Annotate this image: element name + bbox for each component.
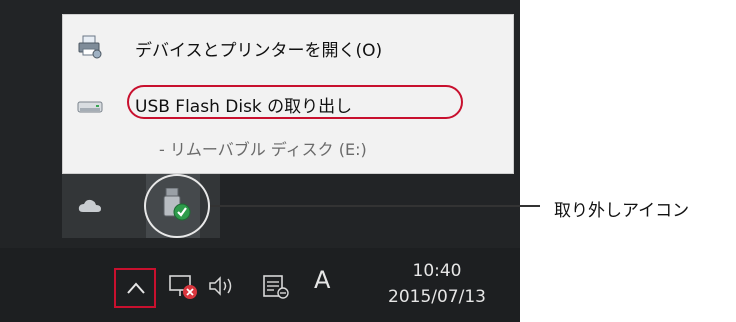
printer-icon bbox=[78, 35, 102, 59]
callout-leader-line bbox=[210, 205, 540, 207]
ime-mode-indicator[interactable]: A bbox=[314, 266, 330, 294]
clock-time: 10:40 bbox=[412, 261, 462, 281]
tray-context-menu: デバイスとプリンターを開く(O) USB Flash Disk の取り出し - … bbox=[62, 14, 514, 174]
desktop-screen: デバイスとプリンターを開く(O) USB Flash Disk の取り出し - … bbox=[0, 0, 520, 322]
taskbar-clock[interactable]: 10:40 2015/07/13 bbox=[364, 258, 510, 310]
menu-item-eject-usb-label: USB Flash Disk の取り出し bbox=[135, 97, 353, 117]
menu-item-open-devices-label: デバイスとプリンターを開く(O) bbox=[135, 41, 383, 61]
taskbar: A 10:40 2015/07/13 bbox=[0, 248, 520, 322]
show-hidden-icons-button[interactable] bbox=[114, 268, 156, 308]
onedrive-tray-button[interactable] bbox=[62, 174, 116, 238]
removable-disk-label: - リムーバブル ディスク (E:) bbox=[159, 140, 367, 159]
chevron-up-icon bbox=[127, 282, 145, 294]
remove-icon-callout-circle bbox=[144, 174, 210, 238]
menu-item-eject-usb[interactable]: USB Flash Disk の取り出し bbox=[63, 81, 513, 125]
usb-drive-icon bbox=[77, 101, 103, 113]
action-center-icon[interactable] bbox=[262, 274, 290, 300]
onedrive-cloud-icon bbox=[78, 199, 101, 212]
callout-label: 取り外しアイコン bbox=[554, 201, 690, 221]
volume-icon[interactable] bbox=[208, 275, 238, 297]
clock-date: 2015/07/13 bbox=[388, 287, 486, 307]
network-error-icon[interactable] bbox=[168, 274, 198, 300]
menu-item-open-devices[interactable]: デバイスとプリンターを開く(O) bbox=[63, 25, 513, 69]
